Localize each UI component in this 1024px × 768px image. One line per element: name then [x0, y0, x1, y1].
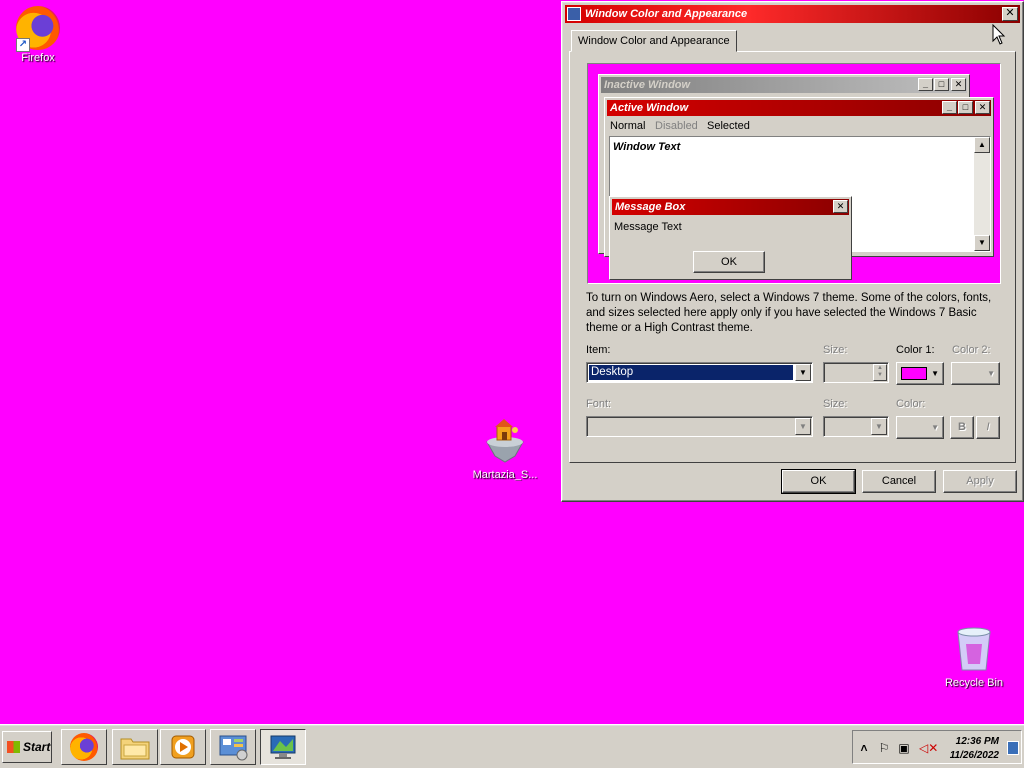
- clock-time: 12:36 PM: [955, 736, 999, 747]
- size-label: Size:: [823, 344, 848, 356]
- item-select-value: Desktop: [589, 365, 793, 380]
- taskbar: Start ˄ ⚐ ▣ ◁✕ 12:36 PM 11/26/2022: [0, 724, 1024, 768]
- close-icon: ✕: [975, 101, 990, 114]
- color2-label: Color 2:: [952, 344, 991, 356]
- close-icon: ✕: [833, 200, 848, 213]
- font-color-picker[interactable]: ▼: [896, 416, 944, 439]
- chevron-down-icon: ▼: [931, 423, 939, 432]
- windows-logo-icon: [7, 741, 20, 753]
- taskbar-media-player[interactable]: [160, 729, 206, 765]
- preview-scrollbar: ▲ ▼: [974, 137, 990, 251]
- floating-island-icon: [486, 419, 524, 463]
- desktop-icon-label: Firefox: [21, 52, 55, 64]
- control-panel-icon: [219, 735, 248, 761]
- folder-icon: [120, 738, 150, 760]
- message-text: Message Text: [614, 221, 682, 233]
- apply-button[interactable]: Apply: [943, 470, 1017, 493]
- scroll-up-icon: ▲: [974, 137, 990, 153]
- taskbar-display-settings[interactable]: [260, 729, 306, 765]
- clock-date: 11/26/2022: [949, 750, 999, 761]
- color1-swatch: [901, 367, 927, 380]
- inactive-window-title: Inactive Window: [604, 79, 691, 91]
- item-select[interactable]: Desktop ▼: [586, 362, 813, 383]
- action-center-flag-icon[interactable]: ⚐: [877, 741, 891, 755]
- chevron-up-icon[interactable]: ˄: [857, 741, 871, 755]
- spinner-arrows-icon[interactable]: ▲ ▼: [873, 364, 887, 381]
- appearance-preview: Inactive Window _ □ ✕ Active Window _ □ …: [587, 63, 1001, 284]
- menu-disabled: Disabled: [655, 120, 698, 132]
- desktop-icon-label: Martazia_S...: [472, 469, 538, 481]
- minimize-icon: _: [918, 78, 933, 91]
- item-label: Item:: [586, 344, 611, 356]
- window-text: Window Text: [613, 141, 681, 153]
- message-box-titlebar: Message Box ✕: [612, 199, 849, 215]
- inactive-window-titlebar: Inactive Window _ □ ✕: [601, 77, 967, 93]
- system-tray: ˄ ⚐ ▣ ◁✕ 12:36 PM 11/26/2022: [852, 730, 1022, 764]
- font-size-label: Size:: [823, 398, 848, 410]
- close-button[interactable]: ✕: [1002, 7, 1018, 21]
- window-color-appearance-dialog: Window Color and Appearance ✕ Window Col…: [561, 1, 1024, 502]
- preview-message-box: Message Box ✕ Message Text OK: [609, 196, 852, 280]
- taskbar-firefox[interactable]: [61, 729, 107, 765]
- active-window-title: Active Window: [610, 102, 689, 114]
- color1-picker[interactable]: ▼: [896, 362, 944, 385]
- color2-picker[interactable]: ▼: [951, 362, 1000, 385]
- firefox-icon: ↗: [16, 6, 60, 52]
- cancel-button[interactable]: Cancel: [862, 470, 936, 493]
- start-button[interactable]: Start: [2, 731, 52, 763]
- close-icon: ✕: [951, 78, 966, 91]
- maximize-icon: □: [934, 78, 949, 91]
- start-label: Start: [23, 740, 51, 754]
- clock[interactable]: 12:36 PM 11/26/2022: [950, 735, 999, 763]
- shortcut-arrow-icon: ↗: [16, 38, 30, 52]
- chevron-down-icon[interactable]: ▼: [795, 418, 811, 435]
- ok-button[interactable]: OK: [781, 469, 856, 494]
- mouse-cursor-icon: [992, 24, 1006, 45]
- recycle-bin-icon: [957, 627, 991, 671]
- preview-ok-button: OK: [693, 251, 765, 273]
- font-select[interactable]: ▼: [586, 416, 813, 437]
- menu-normal: Normal: [610, 120, 646, 132]
- network-icon[interactable]: ▣: [897, 741, 911, 755]
- menu-selected: Selected: [707, 120, 750, 132]
- scroll-down-icon: ▼: [974, 235, 990, 251]
- aero-description: To turn on Windows Aero, select a Window…: [586, 292, 992, 334]
- message-box-title: Message Box: [615, 201, 686, 213]
- italic-button[interactable]: I: [976, 416, 1000, 439]
- font-size-select[interactable]: ▼: [823, 416, 889, 437]
- font-color-label: Color:: [896, 398, 926, 410]
- active-window-titlebar: Active Window _ □ ✕: [607, 100, 991, 116]
- font-label: Font:: [586, 398, 612, 410]
- taskbar-explorer[interactable]: [112, 729, 158, 765]
- dialog-title: Window Color and Appearance: [585, 8, 748, 20]
- desktop-icon-label: Recycle Bin: [944, 677, 1004, 689]
- media-player-icon: [171, 735, 195, 759]
- chevron-down-icon: ▼: [987, 369, 995, 378]
- chevron-down-icon: ▼: [931, 369, 939, 378]
- show-desktop-icon[interactable]: [1007, 741, 1019, 755]
- display-settings-icon: [270, 735, 296, 759]
- bold-button[interactable]: B: [950, 416, 974, 439]
- maximize-icon: □: [958, 101, 973, 114]
- desktop-icon-firefox[interactable]: ↗ Firefox: [0, 6, 76, 64]
- size-spinner[interactable]: ▲ ▼: [823, 362, 889, 383]
- display-icon: [567, 7, 581, 21]
- dialog-titlebar[interactable]: Window Color and Appearance ✕: [565, 5, 1020, 23]
- color1-label: Color 1:: [896, 344, 935, 356]
- desktop-icon-martazia[interactable]: Martazia_S...: [467, 416, 543, 481]
- chevron-down-icon[interactable]: ▼: [871, 418, 887, 435]
- chevron-down-icon[interactable]: ▼: [795, 364, 811, 381]
- minimize-icon: _: [942, 101, 957, 114]
- tab-window-color-appearance[interactable]: Window Color and Appearance: [571, 30, 737, 52]
- volume-muted-icon[interactable]: ◁✕: [919, 741, 938, 755]
- taskbar-control-panel[interactable]: [210, 729, 256, 765]
- desktop-icon-recycle-bin[interactable]: Recycle Bin: [936, 624, 1012, 689]
- firefox-icon: [70, 733, 98, 761]
